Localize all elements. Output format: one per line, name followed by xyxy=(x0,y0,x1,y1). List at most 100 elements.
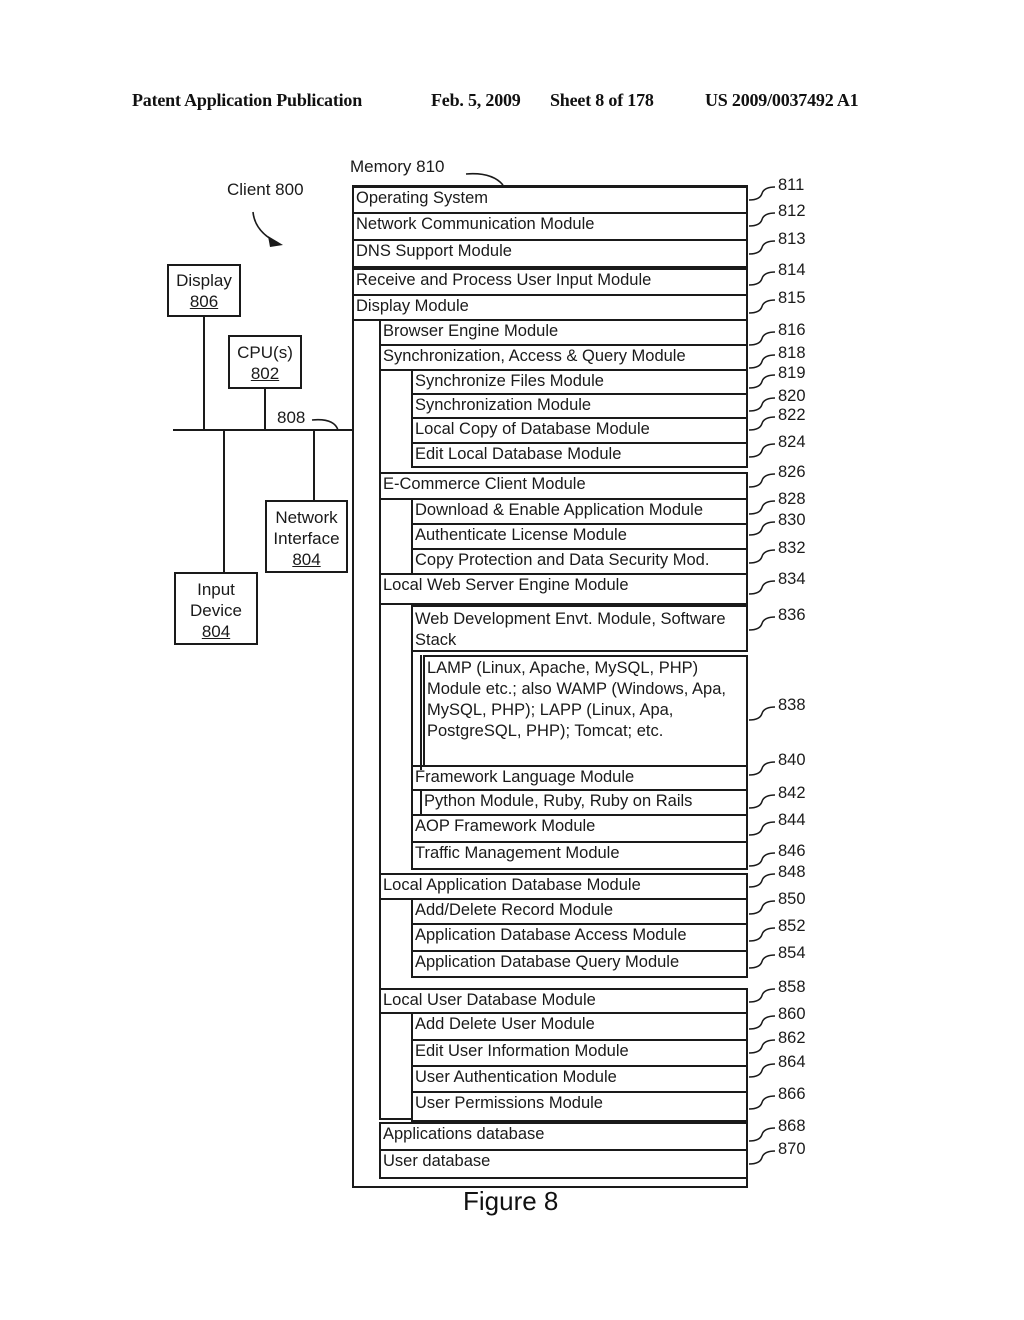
ref-leader-840 xyxy=(748,761,776,776)
group-indent-line xyxy=(411,498,413,573)
ref-leader-819 xyxy=(748,374,776,389)
module-label: User Authentication Module xyxy=(415,1068,617,1086)
module-label: User database xyxy=(383,1152,491,1170)
module-label: Add/Delete Record Module xyxy=(415,901,614,919)
group-indent-line xyxy=(411,1012,413,1120)
input-name-2: Device xyxy=(190,601,242,620)
module-label: Authenticate License Module xyxy=(415,526,627,544)
memory-module-815: Display Module xyxy=(352,294,748,321)
ref-leader-848 xyxy=(748,873,776,888)
ref-leader-834 xyxy=(748,580,776,595)
ref-number-830: 830 xyxy=(778,511,806,529)
module-label: Framework Language Module xyxy=(415,768,635,786)
memory-module-844: AOP Framework Module xyxy=(411,814,748,843)
ref-leader-854 xyxy=(748,954,776,969)
module-label: Synchronization Module xyxy=(415,396,592,414)
ref-leader-832 xyxy=(748,549,776,564)
cpu-bus-link xyxy=(264,389,266,430)
cpu-box: CPU(s) 802 xyxy=(228,335,302,389)
ref-number-844: 844 xyxy=(778,811,806,829)
memory-module-854: Application Database Query Module xyxy=(411,950,748,978)
figure-caption: Figure 8 xyxy=(463,1186,559,1216)
memory-module-832: Copy Protection and Data Security Mod. xyxy=(411,548,748,575)
ref-number-864: 864 xyxy=(778,1053,806,1071)
ref-number-834: 834 xyxy=(778,570,806,588)
ref-number-812: 812 xyxy=(778,202,806,220)
module-label: Local Web Server Engine Module xyxy=(383,576,629,594)
memory-module-838: LAMP (Linux, Apache, MySQL, PHP) Module … xyxy=(423,655,748,772)
memory-module-814: Receive and Process User Input Module xyxy=(352,268,748,296)
ref-leader-860 xyxy=(748,1015,776,1030)
module-label: Local Copy of Database Module xyxy=(415,420,650,438)
memory-module-819: Synchronize Files Module xyxy=(411,369,748,395)
display-ref: 806 xyxy=(189,292,219,311)
module-label: Display Module xyxy=(356,297,469,315)
ref-number-814: 814 xyxy=(778,261,806,279)
memory-module-818: Synchronization, Access & Query Module xyxy=(379,344,748,371)
client-label: Client 800 xyxy=(227,180,304,199)
module-label: Browser Engine Module xyxy=(383,322,559,340)
group-indent-line xyxy=(411,369,413,466)
group-indent-line xyxy=(420,789,422,814)
memory-module-848: Local Application Database Module xyxy=(379,873,748,900)
memory-module-846: Traffic Management Module xyxy=(411,841,748,870)
memory-label: Memory 810 xyxy=(350,157,445,176)
module-label: AOP Framework Module xyxy=(415,817,596,835)
module-label: DNS Support Module xyxy=(356,242,512,260)
ref-number-815: 815 xyxy=(778,289,806,307)
ref-leader-870 xyxy=(748,1150,776,1165)
network-bus-link xyxy=(313,430,315,501)
client-arrow-head xyxy=(268,236,283,247)
module-label: Network Communication Module xyxy=(356,215,595,233)
ref-number-870: 870 xyxy=(778,1140,806,1158)
ref-number-813: 813 xyxy=(778,230,806,248)
memory-module-870: User database xyxy=(379,1149,748,1179)
memory-module-820: Synchronization Module xyxy=(411,393,748,419)
ref-leader-830 xyxy=(748,521,776,536)
memory-module-826: E-Commerce Client Module xyxy=(379,472,748,500)
ref-leader-814 xyxy=(748,271,776,286)
ref-number-862: 862 xyxy=(778,1029,806,1047)
memory-module-816: Browser Engine Module xyxy=(379,319,748,346)
module-label: Add Delete User Module xyxy=(415,1015,595,1033)
memory-module-822: Local Copy of Database Module xyxy=(411,417,748,444)
input-bus-link xyxy=(223,430,225,573)
ref-leader-868 xyxy=(748,1127,776,1142)
ref-leader-850 xyxy=(748,900,776,915)
ref-number-850: 850 xyxy=(778,890,806,908)
module-label: Local User Database Module xyxy=(383,991,596,1009)
group-indent-line xyxy=(420,655,422,770)
module-label: Application Database Query Module xyxy=(415,953,680,971)
ref-number-832: 832 xyxy=(778,539,806,557)
module-label: Web Development Envt. Module, Software S… xyxy=(415,610,726,649)
ref-leader-852 xyxy=(748,927,776,942)
memory-module-812: Network Communication Module xyxy=(352,212,748,241)
ref-leader-822 xyxy=(748,416,776,431)
ref-leader-818 xyxy=(748,354,776,369)
group-indent-line xyxy=(411,605,413,868)
ref-leader-812 xyxy=(748,212,776,227)
network-ref: 804 xyxy=(292,550,321,569)
memory-module-828: Download & Enable Application Module xyxy=(411,498,748,525)
ref-number-858: 858 xyxy=(778,978,806,996)
ref-leader-820 xyxy=(748,397,776,412)
ref-number-846: 846 xyxy=(778,842,806,860)
ref-number-842: 842 xyxy=(778,784,806,802)
ref-number-848: 848 xyxy=(778,863,806,881)
memory-module-842: Python Module, Ruby, Ruby on Rails xyxy=(420,789,748,816)
module-label: Local Application Database Module xyxy=(383,876,641,894)
module-label: User Permissions Module xyxy=(415,1094,603,1112)
memory-module-840: Framework Language Module xyxy=(411,765,748,791)
memory-module-860: Add Delete User Module xyxy=(411,1012,748,1041)
display-name: Display xyxy=(176,271,232,290)
network-interface-box: Network Interface 804 xyxy=(265,500,348,573)
module-label: Synchronization, Access & Query Module xyxy=(383,347,686,365)
memory-module-864: User Authentication Module xyxy=(411,1065,748,1093)
display-box: Display 806 xyxy=(167,264,241,317)
ref-number-836: 836 xyxy=(778,606,806,624)
ref-leader-813 xyxy=(748,240,776,255)
ref-leader-816 xyxy=(748,331,776,346)
ref-number-824: 824 xyxy=(778,433,806,451)
ref-leader-826 xyxy=(748,473,776,488)
module-label: Traffic Management Module xyxy=(415,844,620,862)
